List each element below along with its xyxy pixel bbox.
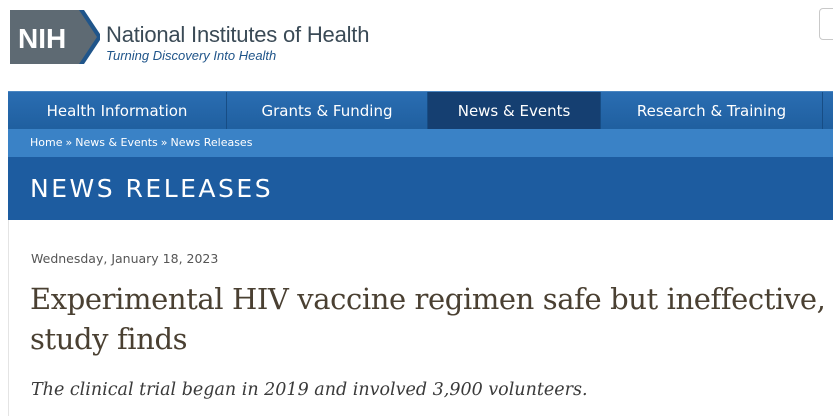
logo-text[interactable]: National Institutes of Health Turning Di…	[106, 22, 369, 64]
nav-item-research-training[interactable]: Research & Training	[601, 92, 823, 130]
nih-logo-icon[interactable]: NIH	[10, 10, 100, 64]
logo-abbrev: NIH	[18, 23, 66, 54]
nav-item-health-information[interactable]: Health Information	[8, 92, 227, 130]
section-title: NEWS RELEASES	[30, 174, 274, 203]
article-content: Wednesday, January 18, 2023 Experimental…	[8, 220, 833, 416]
search-box-edge[interactable]	[819, 8, 833, 40]
breadcrumb-news-events[interactable]: News & Events	[75, 136, 158, 149]
logo-tagline: Turning Discovery Into Health	[106, 48, 277, 63]
article-subhead: The clinical trial began in 2019 and inv…	[31, 380, 588, 400]
nav-item-overflow[interactable]	[823, 92, 833, 130]
breadcrumb-separator: »	[65, 136, 73, 149]
article-date: Wednesday, January 18, 2023	[31, 251, 219, 266]
logo-title: National Institutes of Health	[106, 22, 370, 47]
article-headline: Experimental HIV vaccine regimen safe bu…	[30, 282, 826, 356]
breadcrumb: Home» News & Events» News Releases	[30, 136, 252, 149]
breadcrumb-home[interactable]: Home	[30, 136, 62, 149]
main-nav: Health Information Grants & Funding News…	[8, 91, 833, 130]
site-header: NIH National Institutes of Health Turnin…	[0, 0, 833, 88]
breadcrumb-current: News Releases	[170, 136, 253, 149]
breadcrumb-bar: Home» News & Events» News Releases	[8, 129, 833, 157]
breadcrumb-separator: »	[160, 136, 168, 149]
section-banner: NEWS RELEASES	[8, 157, 833, 220]
nav-item-grants-funding[interactable]: Grants & Funding	[227, 92, 428, 130]
nav-item-news-events[interactable]: News & Events	[428, 92, 601, 130]
